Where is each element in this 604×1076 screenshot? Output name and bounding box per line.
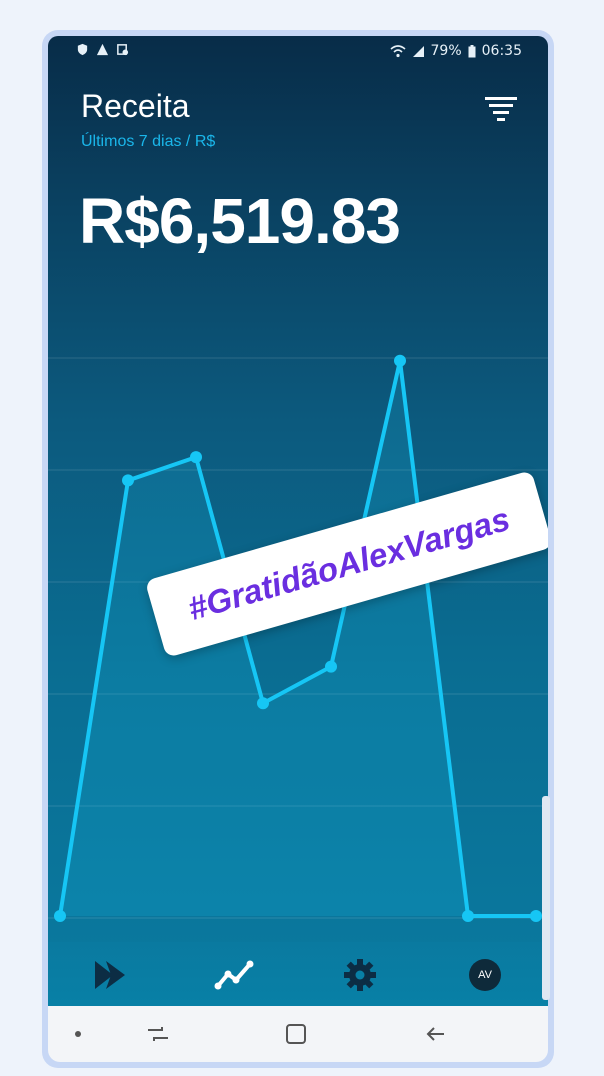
filter-button[interactable] [484, 94, 518, 122]
chart-data-point[interactable] [325, 660, 337, 673]
avatar: AV [469, 959, 501, 991]
back-arrow-icon [426, 1027, 444, 1041]
shield-icon [77, 43, 88, 56]
status-icons-right: 79% 06:35 [389, 43, 522, 59]
back-button[interactable] [422, 1020, 450, 1048]
home-icon [286, 1024, 306, 1044]
recent-apps-button[interactable] [144, 1020, 172, 1048]
chart-data-point[interactable] [462, 910, 474, 922]
home-button[interactable] [282, 1020, 310, 1048]
nav-settings-button[interactable] [339, 954, 381, 996]
android-navigation-bar [48, 1006, 548, 1062]
chart-data-point[interactable] [54, 910, 66, 922]
filter-icon [485, 97, 517, 121]
trend-chart-icon [214, 960, 254, 990]
revenue-total: R$6,519.83 [79, 185, 401, 257]
chart-data-point[interactable] [394, 354, 406, 367]
nav-dot-button[interactable] [68, 1020, 96, 1048]
nav-forward-button[interactable] [90, 954, 132, 996]
status-icons-left [76, 43, 129, 56]
chart-data-point[interactable] [190, 451, 202, 464]
gear-icon [344, 959, 376, 991]
clock-time: 06:35 [481, 43, 522, 59]
warning-icon [96, 43, 109, 56]
page-title: Receita [81, 88, 190, 124]
chart-data-point[interactable] [122, 474, 134, 487]
period-subtitle: Últimos 7 dias / R$ [81, 133, 216, 150]
nav-profile-button[interactable]: AV [464, 954, 506, 996]
nav-chart-button[interactable] [214, 954, 256, 996]
sync-icon [117, 44, 129, 56]
chart-area-fill [60, 360, 536, 917]
signal-icon [412, 45, 424, 57]
status-bar: 79% 06:35 [48, 36, 548, 66]
recent-apps-icon [148, 1027, 168, 1041]
app-screen: 79% 06:35 Receita Últimos 7 dias / R$ R$… [48, 36, 548, 1006]
chart-data-point[interactable] [530, 910, 542, 922]
dot-icon [75, 1031, 81, 1037]
side-scrollbar[interactable] [542, 796, 550, 1000]
battery-percent: 79% [430, 43, 462, 59]
chart-data-point[interactable] [257, 697, 269, 710]
battery-icon [468, 44, 476, 57]
play-forward-icon [95, 961, 125, 989]
wifi-icon [389, 44, 406, 57]
bottom-navigation: AV [48, 942, 548, 1006]
